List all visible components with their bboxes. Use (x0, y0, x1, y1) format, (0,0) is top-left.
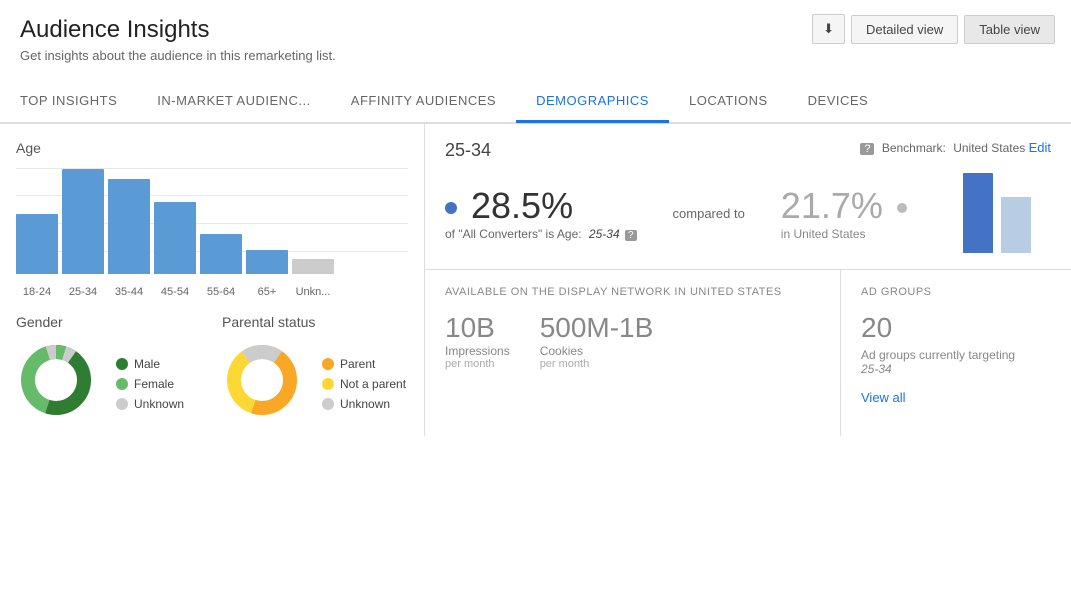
legend-not-parent: Not a parent (322, 377, 406, 391)
benchmark-help-icon: ? (860, 143, 874, 155)
main-compare-bar (963, 173, 993, 253)
benchmark-edit-link[interactable]: Edit (1029, 140, 1051, 155)
ad-groups-header: AD GROUPS (861, 286, 1051, 298)
tab-locations[interactable]: LOCATIONS (669, 81, 788, 123)
main-sub-label: of "All Converters" is Age: 25-34 ? (445, 227, 637, 241)
legend-male: Male (116, 357, 184, 371)
age-bar-65plus[interactable] (246, 250, 288, 274)
dn-metrics: 10B Impressions per month 500M-1B Cookie… (445, 312, 820, 370)
us-stat: 21.7% in United States (781, 185, 907, 241)
age-bar-18-24[interactable] (16, 214, 58, 274)
age-label-45-54: 45-54 (154, 286, 196, 298)
gender-legend: Male Female Unknown (116, 357, 184, 411)
parental-legend: Parent Not a parent Unknown (322, 357, 406, 411)
tab-demographics[interactable]: DEMOGRAPHICS (516, 81, 669, 123)
age-bar-25-34[interactable] (62, 169, 104, 274)
age-label-65plus: 65+ (246, 286, 288, 298)
legend-parent: Parent (322, 357, 406, 371)
impressions-metric: 10B Impressions per month (445, 312, 510, 370)
ad-groups-count: 20 (861, 312, 1051, 344)
age-label-18-24: 18-24 (16, 286, 58, 298)
age-label-55-64: 55-64 (200, 286, 242, 298)
tab-top-insights[interactable]: TOP INSIGHTS (0, 81, 137, 123)
download-button[interactable]: ⬇ (812, 14, 845, 44)
age-bar-55-64[interactable] (200, 234, 242, 274)
detail-help-icon: ? (625, 230, 637, 241)
view-all-link[interactable]: View all (861, 390, 1051, 405)
ad-groups-section: AD GROUPS 20 Ad groups currently targeti… (841, 270, 1071, 436)
left-panel: Age (0, 124, 425, 436)
age-label-25-34: 25-34 (62, 286, 104, 298)
us-sub-label: in United States (781, 227, 907, 241)
main-percentage: 28.5% (445, 185, 637, 227)
tab-devices[interactable]: DEVICES (788, 81, 889, 123)
us-compare-bar (1001, 197, 1031, 253)
age-bar-45-54[interactable] (154, 202, 196, 274)
age-bar-unknown[interactable] (292, 259, 334, 274)
ad-groups-sub: Ad groups currently targeting 25-34 (861, 348, 1051, 376)
cookies-sub: per month (540, 358, 654, 370)
page-subtitle: Get insights about the audience in this … (20, 48, 1051, 63)
parental-title: Parental status (222, 314, 408, 330)
right-panel: 25-34 ? Benchmark: United States Edit 28… (425, 124, 1071, 436)
cookies-value: 500M-1B (540, 312, 654, 344)
tab-affinity[interactable]: AFFINITY AUDIENCES (331, 81, 516, 123)
selected-age-label: 25-34 (445, 140, 491, 161)
detailed-view-button[interactable]: Detailed view (851, 15, 958, 44)
parental-donut (222, 340, 302, 420)
tab-in-market[interactable]: IN-MARKET AUDIENC... (137, 81, 331, 123)
us-dot (897, 203, 907, 213)
age-detail-section: 25-34 ? Benchmark: United States Edit 28… (425, 124, 1071, 270)
benchmark-label: ? Benchmark: United States Edit (860, 140, 1051, 155)
impressions-label: Impressions (445, 344, 510, 358)
bottom-stats: AVAILABLE ON THE DISPLAY NETWORK IN UNIT… (425, 270, 1071, 436)
age-bar-35-44[interactable] (108, 179, 150, 274)
age-label-unknown: Unkn... (292, 286, 334, 298)
cookies-metric: 500M-1B Cookies per month (540, 312, 654, 370)
gender-section: Gender (16, 314, 202, 420)
main-dot (445, 202, 457, 214)
us-percentage: 21.7% (781, 185, 907, 227)
display-network-section: AVAILABLE ON THE DISPLAY NETWORK IN UNIT… (425, 270, 841, 436)
legend-female: Female (116, 377, 184, 391)
age-section-title: Age (16, 140, 408, 156)
cookies-label: Cookies (540, 344, 654, 358)
main-stat: 28.5% of "All Converters" is Age: 25-34 … (445, 185, 637, 241)
compared-to-label: compared to (673, 206, 745, 221)
impressions-sub: per month (445, 358, 510, 370)
tabs-nav: TOP INSIGHTS IN-MARKET AUDIENC... AFFINI… (0, 81, 1071, 123)
stats-row: 28.5% of "All Converters" is Age: 25-34 … (445, 173, 1051, 253)
impressions-value: 10B (445, 312, 510, 344)
legend-gender-unknown: Unknown (116, 397, 184, 411)
parental-section: Parental status (222, 314, 408, 420)
legend-parental-unknown: Unknown (322, 397, 406, 411)
gender-donut (16, 340, 96, 420)
table-view-button[interactable]: Table view (964, 15, 1055, 44)
display-network-label: AVAILABLE ON THE DISPLAY NETWORK IN UNIT… (445, 286, 820, 298)
age-label-35-44: 35-44 (108, 286, 150, 298)
gender-title: Gender (16, 314, 202, 330)
